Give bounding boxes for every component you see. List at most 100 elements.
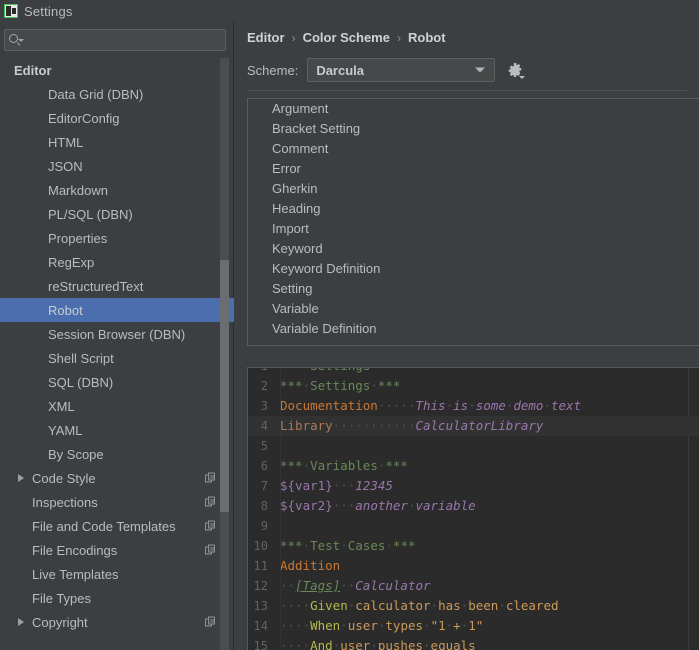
code-token: ···· xyxy=(280,598,311,613)
sidebar-search[interactable] xyxy=(4,29,226,51)
line-number: 10 xyxy=(253,539,268,553)
sidebar-item-shell-script[interactable]: Shell Script xyxy=(0,346,234,370)
code-preview[interactable]: 1*** Settings ***2***·Settings·***3Docum… xyxy=(247,367,699,650)
sidebar-item-editor[interactable]: Editor xyxy=(0,58,234,82)
code-token: *** xyxy=(280,538,303,553)
sidebar-item-properties[interactable]: Properties xyxy=(0,226,234,250)
code-token: CalculatorLibrary xyxy=(415,418,544,433)
sidebar-item-robot[interactable]: Robot xyxy=(0,298,234,322)
color-attribute-item[interactable]: Variable Definition xyxy=(248,319,699,339)
color-attribute-item[interactable]: Bracket Setting xyxy=(248,119,699,139)
sidebar-item-file-and-code-templates[interactable]: File and Code Templates xyxy=(0,514,234,538)
code-token: demo xyxy=(513,398,544,413)
code-token: *** xyxy=(280,378,303,393)
scheme-settings-button[interactable] xyxy=(504,59,526,81)
search-input[interactable] xyxy=(24,33,225,47)
chevron-down-icon[interactable] xyxy=(475,67,486,73)
sidebar-item-sql-dbn[interactable]: SQL (DBN) xyxy=(0,370,234,394)
sidebar-item-label: Properties xyxy=(48,230,108,246)
code-line[interactable]: 4 Library···········CalculatorLibrary xyxy=(248,416,699,436)
scheme-row: Scheme: Darcula xyxy=(247,58,526,82)
code-token: [Tags] xyxy=(295,578,341,593)
copy-icon[interactable] xyxy=(205,496,216,508)
color-attribute-item[interactable]: Heading xyxy=(248,199,699,219)
sidebar-item-editorconfig[interactable]: EditorConfig xyxy=(0,106,234,130)
code-line[interactable]: 9 xyxy=(248,516,699,536)
code-token: · xyxy=(423,618,431,633)
code-line[interactable]: 11 Addition xyxy=(248,556,699,576)
sidebar-scrollbar-thumb[interactable] xyxy=(220,260,229,512)
code-token: · xyxy=(340,618,348,633)
code-line[interactable]: 3 Documentation·····This·is·some·demo·tex… xyxy=(248,396,699,416)
gear-dropdown-caret[interactable] xyxy=(519,76,526,79)
line-number: 12 xyxy=(253,579,268,593)
color-attribute-item[interactable]: Variable xyxy=(248,299,699,319)
code-line[interactable]: 7 ${var1}···12345 xyxy=(248,476,699,496)
color-attribute-item[interactable]: Import xyxy=(248,219,699,239)
code-token: · xyxy=(445,398,454,413)
code-token: ···· xyxy=(280,638,311,650)
copy-icon[interactable] xyxy=(205,472,216,484)
sidebar-item-file-encodings[interactable]: File Encodings xyxy=(0,538,234,562)
code-line[interactable]: 2 ***·Settings·*** xyxy=(248,376,699,396)
color-attribute-item[interactable]: Keyword xyxy=(248,239,699,259)
code-line-text: ····And·user·pushes·equals xyxy=(274,636,476,650)
color-attribute-item[interactable]: Setting xyxy=(248,279,699,299)
code-line[interactable]: 14 ····When·user·types·"1·+·1" xyxy=(248,616,699,636)
scheme-select[interactable]: Darcula xyxy=(307,58,496,82)
code-token: ${var1} xyxy=(280,478,333,493)
breadcrumb-segment-2[interactable]: Color Scheme xyxy=(303,30,390,45)
copy-icon[interactable] xyxy=(205,616,216,628)
color-attribute-item[interactable]: Gherkin xyxy=(248,179,699,199)
sidebar-item-xml[interactable]: XML xyxy=(0,394,234,418)
color-attribute-item[interactable]: Error xyxy=(248,159,699,179)
copy-icon[interactable] xyxy=(205,544,216,556)
code-line[interactable]: 6 ***·Variables·*** xyxy=(248,456,699,476)
sidebar-item-html[interactable]: HTML xyxy=(0,130,234,154)
sidebar-item-label: YAML xyxy=(48,422,83,438)
expand-arrow-icon[interactable] xyxy=(18,474,24,482)
code-line-text: ***·Variables·*** xyxy=(274,456,408,476)
line-number: 11 xyxy=(253,559,268,573)
sidebar-item-json[interactable]: JSON xyxy=(0,154,234,178)
sidebar-item-session-browser-dbn[interactable]: Session Browser (DBN) xyxy=(0,322,234,346)
code-token: variable xyxy=(415,498,476,513)
search-box[interactable] xyxy=(4,29,226,51)
code-line[interactable]: 8 ${var2}···another·variable xyxy=(248,496,699,516)
code-line[interactable]: 15 ····And·user·pushes·equals xyxy=(248,636,699,650)
sidebar-item-markdown[interactable]: Markdown xyxy=(0,178,234,202)
sidebar-item-label: Inspections xyxy=(32,494,98,510)
code-line[interactable]: 5 xyxy=(248,436,699,456)
sidebar-item-regexp[interactable]: RegExp xyxy=(0,250,234,274)
search-icon[interactable] xyxy=(8,32,24,48)
code-line-text: ····When·user·types·"1·+·1" xyxy=(274,616,483,636)
expand-arrow-icon[interactable] xyxy=(18,618,24,626)
settings-tree[interactable]: Editor Data Grid (DBN) EditorConfig HTML JSO… xyxy=(0,58,234,650)
line-number: 5 xyxy=(260,439,268,453)
sidebar-item-copyright[interactable]: Copyright xyxy=(0,610,234,634)
sidebar-item-code-style[interactable]: Code Style xyxy=(0,466,234,490)
color-attribute-item[interactable]: Keyword Definition xyxy=(248,259,699,279)
sidebar-scrollbar-track[interactable] xyxy=(220,58,229,650)
code-line[interactable]: 13 ····Given·calculator·has·been·cleared xyxy=(248,596,699,616)
code-line[interactable]: 12 ··[Tags]··Calculator xyxy=(248,576,699,596)
sidebar-item-pl-sql-dbn[interactable]: PL/SQL (DBN) xyxy=(0,202,234,226)
sidebar-item-restructuredtext[interactable]: reStructuredText xyxy=(0,274,234,298)
copy-icon[interactable] xyxy=(205,520,216,532)
sidebar-item-live-templates[interactable]: Live Templates xyxy=(0,562,234,586)
code-line[interactable]: 10 ***·Test·Cases·*** xyxy=(248,536,699,556)
color-attribute-item[interactable]: Comment xyxy=(248,139,699,159)
line-number: 2 xyxy=(260,379,268,393)
color-attributes-list[interactable]: Argument Bracket Setting Comment Error Gherk… xyxy=(247,98,699,346)
breadcrumb-segment-3[interactable]: Robot xyxy=(408,30,446,45)
code-line-text: Library···········CalculatorLibrary xyxy=(274,416,543,436)
sidebar-item-yaml[interactable]: YAML xyxy=(0,418,234,442)
code-line[interactable]: 1 *** Settings *** xyxy=(248,368,699,376)
sidebar-item-data-grid-dbn[interactable]: Data Grid (DBN) xyxy=(0,82,234,106)
breadcrumb-segment-1[interactable]: Editor xyxy=(247,30,285,45)
color-attribute-item[interactable]: Argument xyxy=(248,99,699,119)
code-token: calculator xyxy=(355,598,431,613)
sidebar-item-inspections[interactable]: Inspections xyxy=(0,490,234,514)
sidebar-item-file-types[interactable]: File Types xyxy=(0,586,234,610)
sidebar-item-by-scope[interactable]: By Scope xyxy=(0,442,234,466)
